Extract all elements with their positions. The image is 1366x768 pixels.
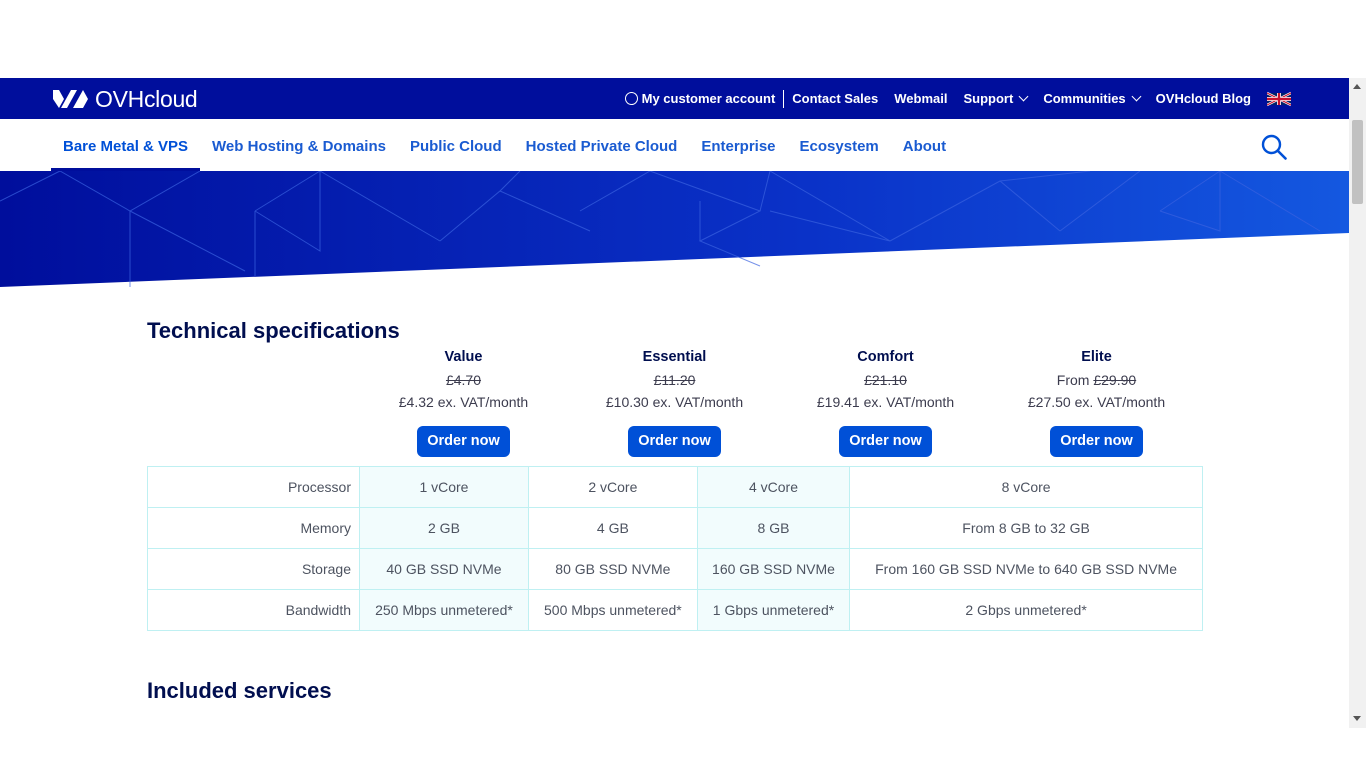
table-cell: 2 vCore	[527, 466, 698, 508]
nav-bare-metal-vps[interactable]: Bare Metal & VPS	[51, 119, 201, 171]
row-label: Storage	[147, 548, 360, 590]
current-price: £19.41 ex. VAT/month	[816, 394, 955, 410]
hero-background	[0, 171, 1349, 287]
table-cell: 2 Gbps unmetered*	[849, 589, 1203, 631]
table-cell: 80 GB SSD NVMe	[527, 548, 698, 590]
table-cell: 8 vCore	[849, 466, 1203, 508]
webmail-link[interactable]: Webmail	[886, 91, 955, 106]
plan-value: Value £4.70 £4.32 ex. VAT/month Order no…	[358, 347, 569, 457]
customer-account-link[interactable]: My customer account	[617, 91, 784, 106]
table-row: Storage 40 GB SSD NVMe 80 GB SSD NVMe 16…	[147, 548, 1203, 590]
support-label: Support	[963, 91, 1014, 106]
current-price: £10.30 ex. VAT/month	[605, 394, 744, 410]
row-label: Processor	[147, 466, 360, 508]
table-cell: 4 vCore	[696, 466, 851, 508]
customer-account-label: My customer account	[641, 91, 776, 106]
table-cell: 1 vCore	[359, 466, 529, 508]
support-menu[interactable]: Support	[955, 91, 1035, 106]
hero-banner	[0, 171, 1349, 287]
scroll-up-arrow-icon[interactable]	[1353, 84, 1361, 89]
nav-hosted-private-cloud[interactable]: Hosted Private Cloud	[514, 119, 690, 171]
plan-headers: Value £4.70 £4.32 ex. VAT/month Order no…	[358, 347, 1202, 457]
nav-web-hosting-domains[interactable]: Web Hosting & Domains	[200, 119, 398, 171]
chevron-down-icon	[1131, 91, 1142, 102]
table-row: Processor 1 vCore 2 vCore 4 vCore 8 vCor…	[147, 466, 1203, 508]
plan-elite: Elite From £29.90 £27.50 ex. VAT/month O…	[991, 347, 1202, 457]
current-price: £4.32 ex. VAT/month	[398, 394, 529, 410]
chevron-down-icon	[1018, 91, 1029, 102]
scrollbar[interactable]	[1349, 78, 1366, 728]
user-circle-icon	[624, 92, 638, 105]
order-now-button[interactable]: Order now	[628, 426, 721, 457]
top-bar: OVHcloud My customer account Contact Sal…	[0, 78, 1349, 119]
table-row: Memory 2 GB 4 GB 8 GB From 8 GB to 32 GB	[147, 507, 1203, 549]
nav-about[interactable]: About	[891, 119, 958, 171]
plan-name: Elite	[1081, 349, 1112, 365]
plan-essential: Essential £11.20 £10.30 ex. VAT/month Or…	[569, 347, 780, 457]
table-cell: 250 Mbps unmetered*	[359, 589, 529, 631]
communities-label: Communities	[1043, 91, 1126, 106]
old-price-value: £21.10	[864, 372, 907, 388]
uk-flag-icon[interactable]	[1267, 91, 1291, 107]
scroll-down-arrow-icon[interactable]	[1353, 716, 1361, 721]
contact-sales-link[interactable]: Contact Sales	[784, 91, 886, 106]
old-price-prefix: From	[1056, 372, 1094, 388]
tech-specs-title: Technical specifications	[147, 318, 400, 343]
plan-name: Value	[444, 349, 483, 365]
communities-menu[interactable]: Communities	[1035, 91, 1147, 106]
specs-table: Processor 1 vCore 2 vCore 4 vCore 8 vCor…	[147, 466, 1203, 631]
nav-ecosystem[interactable]: Ecosystem	[788, 119, 891, 171]
old-price: £4.70	[358, 369, 569, 391]
old-price-value: £4.70	[445, 372, 482, 388]
order-now-button[interactable]: Order now	[417, 426, 510, 457]
nav-public-cloud[interactable]: Public Cloud	[398, 119, 514, 171]
plan-name: Comfort	[857, 349, 914, 365]
table-cell: From 8 GB to 32 GB	[849, 507, 1203, 549]
current-price: £27.50 ex. VAT/month	[1027, 394, 1166, 410]
old-price-value: £11.20	[653, 372, 696, 388]
ovhcloud-logo-icon	[53, 90, 88, 108]
brand-name: OVHcloud	[95, 85, 198, 112]
order-now-button[interactable]: Order now	[839, 426, 932, 457]
order-now-button[interactable]: Order now	[1050, 426, 1143, 457]
table-cell: 8 GB	[696, 507, 851, 549]
top-links: My customer account Contact Sales Webmai…	[617, 78, 1291, 119]
plan-comfort: Comfort £21.10 £19.41 ex. VAT/month Orde…	[780, 347, 991, 457]
ovhcloud-logo[interactable]: OVHcloud	[51, 85, 198, 112]
search-icon[interactable]	[1261, 134, 1287, 160]
old-price: £21.10	[780, 369, 991, 391]
row-label: Bandwidth	[147, 589, 360, 631]
old-price-value: £29.90	[1093, 372, 1137, 388]
plan-name: Essential	[642, 349, 707, 365]
table-cell: From 160 GB SSD NVMe to 640 GB SSD NVMe	[849, 548, 1203, 590]
table-row: Bandwidth 250 Mbps unmetered* 500 Mbps u…	[147, 589, 1203, 631]
table-cell: 40 GB SSD NVMe	[359, 548, 529, 590]
row-label: Memory	[147, 507, 360, 549]
table-cell: 2 GB	[359, 507, 529, 549]
table-cell: 4 GB	[527, 507, 698, 549]
blog-link[interactable]: OVHcloud Blog	[1148, 91, 1259, 106]
included-services-title: Included services	[147, 678, 332, 703]
table-cell: 160 GB SSD NVMe	[696, 548, 851, 590]
old-price: £11.20	[569, 369, 780, 391]
table-cell: 1 Gbps unmetered*	[696, 589, 851, 631]
scroll-thumb[interactable]	[1352, 120, 1363, 204]
table-cell: 500 Mbps unmetered*	[527, 589, 698, 631]
main-nav: Bare Metal & VPS Web Hosting & Domains P…	[0, 119, 1349, 172]
old-price: From £29.90	[991, 369, 1202, 391]
nav-enterprise[interactable]: Enterprise	[689, 119, 787, 171]
